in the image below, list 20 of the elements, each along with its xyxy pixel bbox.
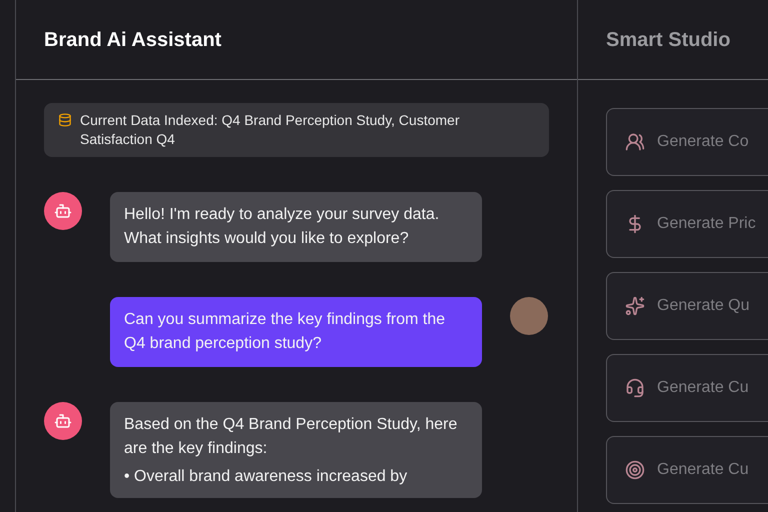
sparkle-icon xyxy=(625,296,645,316)
bot-avatar xyxy=(44,192,82,230)
database-icon xyxy=(58,113,72,127)
studio-title: Smart Studio xyxy=(606,28,730,52)
people-icon xyxy=(625,132,645,152)
target-icon xyxy=(625,460,645,480)
message-text: Can you summarize the key findings from the Q4 brand perception study? xyxy=(124,310,446,354)
generate-button[interactable]: Generate Co xyxy=(606,108,768,176)
generate-button[interactable]: Generate Pric xyxy=(606,190,768,258)
bot-avatar xyxy=(44,402,82,440)
message-text: Based on the Q4 Brand Perception Study, here are the key findings: xyxy=(124,415,458,459)
bullet-item: • Overall brand awareness increased by xyxy=(124,467,408,487)
headset-icon xyxy=(625,378,645,398)
notice-text: Current Data Indexed: Q4 Brand Perception Study, Customer Satisfaction Q4 xyxy=(80,111,460,149)
user-avatar xyxy=(510,297,548,335)
message-text: Hello! I'm ready to analyze your survey data. What insights would you like to explore? xyxy=(124,205,440,249)
generate-button[interactable]: Generate Cu xyxy=(606,436,768,504)
generate-button[interactable]: Generate Cu xyxy=(606,354,768,422)
assistant-title: Brand Ai Assistant xyxy=(44,28,222,52)
generate-button[interactable]: Generate Qu xyxy=(606,272,768,340)
